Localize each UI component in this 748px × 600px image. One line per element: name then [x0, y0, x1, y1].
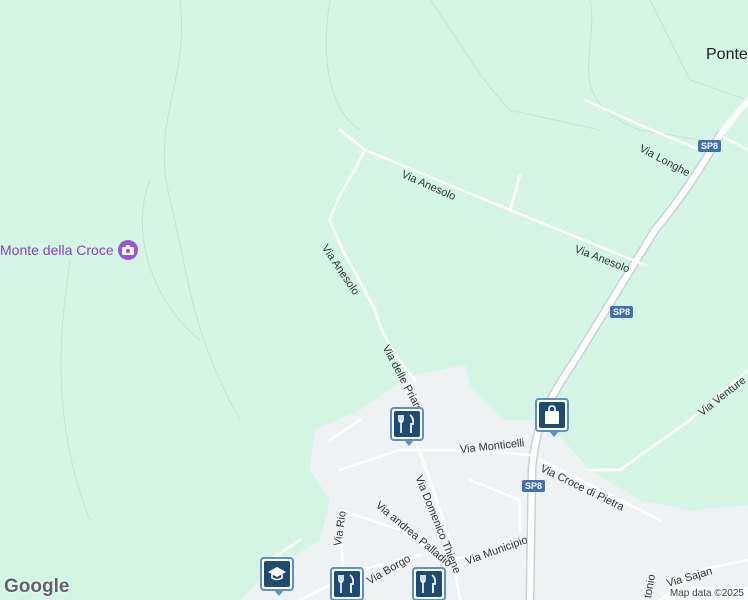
town-label[interactable]: Ponte — [706, 46, 748, 64]
google-logo: Google — [4, 576, 70, 597]
camera-icon — [117, 240, 138, 260]
poi-restaurant-marker[interactable] — [390, 407, 424, 446]
restaurant-icon — [416, 571, 442, 597]
restaurant-icon — [394, 411, 420, 437]
poi-restaurant-marker[interactable] — [330, 567, 364, 600]
landmark-monte-della-croce[interactable]: Monte della Croce — [0, 240, 138, 260]
map-attribution[interactable]: Map data ©2025 — [665, 587, 748, 600]
restaurant-icon — [334, 571, 360, 597]
route-shield-sp8: SP8 — [698, 140, 722, 152]
poi-restaurant-marker[interactable] — [412, 567, 446, 600]
map-canvas[interactable]: Ponte Monte della Croce Via Anesolo Via … — [0, 0, 748, 600]
school-icon — [264, 561, 290, 587]
route-shield-sp8: SP8 — [610, 306, 634, 318]
landmark-label: Monte della Croce — [0, 242, 114, 258]
poi-shopping-marker[interactable] — [535, 398, 569, 437]
shopping-bag-icon — [539, 402, 565, 428]
route-shield-sp8: SP8 — [522, 480, 546, 492]
poi-school-marker[interactable] — [260, 557, 294, 596]
